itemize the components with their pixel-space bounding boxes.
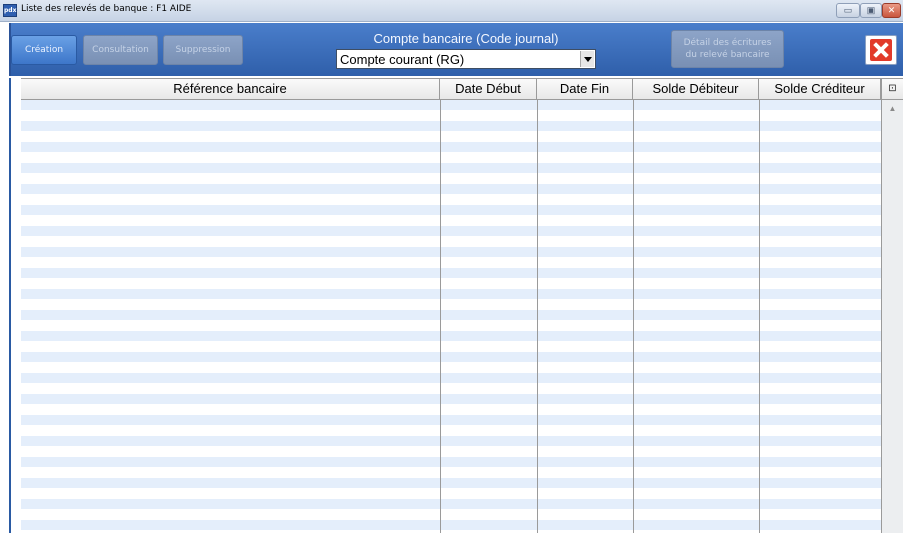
account-selected-value: Compte courant (RG)	[340, 52, 465, 67]
toolbar: Création Consultation Suppression Compte…	[9, 23, 903, 76]
detail-ecritures-button[interactable]: Détail des écritures du relevé bancaire	[671, 30, 784, 68]
maximize-button[interactable]: ▣	[860, 3, 882, 18]
detail-button-label-line1: Détail des écritures	[683, 38, 772, 48]
column-divider	[440, 100, 441, 533]
detail-button-label-line2: du relevé bancaire	[685, 50, 770, 60]
scroll-up-icon[interactable]: ▲	[884, 102, 901, 116]
releves-table: Référence bancaire Date Début Date Fin S…	[9, 78, 903, 533]
account-label: Compte bancaire (Code journal)	[373, 31, 559, 46]
suppression-button[interactable]: Suppression	[163, 35, 243, 65]
window-title: Liste des relevés de banque : F1 AIDE	[21, 4, 192, 14]
table-gutter	[11, 78, 21, 533]
minimize-button[interactable]: ▭	[836, 3, 860, 18]
window-titlebar: pdx Liste des relevés de banque : F1 AID…	[0, 0, 903, 22]
vertical-scrollbar[interactable]: ▲	[881, 100, 903, 533]
chevron-down-icon[interactable]	[580, 51, 594, 67]
column-header-solde-crediteur[interactable]: Solde Créditeur	[759, 79, 881, 100]
close-window-button[interactable]: ✕	[882, 3, 901, 18]
account-select[interactable]: Compte courant (RG)	[336, 49, 596, 69]
column-divider	[633, 100, 634, 533]
creation-button[interactable]: Création	[11, 35, 77, 65]
table-header: Référence bancaire Date Début Date Fin S…	[21, 78, 881, 100]
app-icon: pdx	[3, 4, 17, 17]
consultation-button[interactable]: Consultation	[83, 35, 158, 65]
exit-button[interactable]	[865, 35, 897, 65]
column-header-reference[interactable]: Référence bancaire	[21, 79, 440, 100]
column-chooser-icon[interactable]: ⊡	[881, 78, 903, 100]
column-divider	[759, 100, 760, 533]
table-body[interactable]	[21, 100, 881, 533]
column-header-date-debut[interactable]: Date Début	[440, 79, 537, 100]
column-header-date-fin[interactable]: Date Fin	[537, 79, 633, 100]
exit-x-icon	[870, 39, 892, 61]
column-divider	[537, 100, 538, 533]
column-header-solde-debiteur[interactable]: Solde Débiteur	[633, 79, 759, 100]
